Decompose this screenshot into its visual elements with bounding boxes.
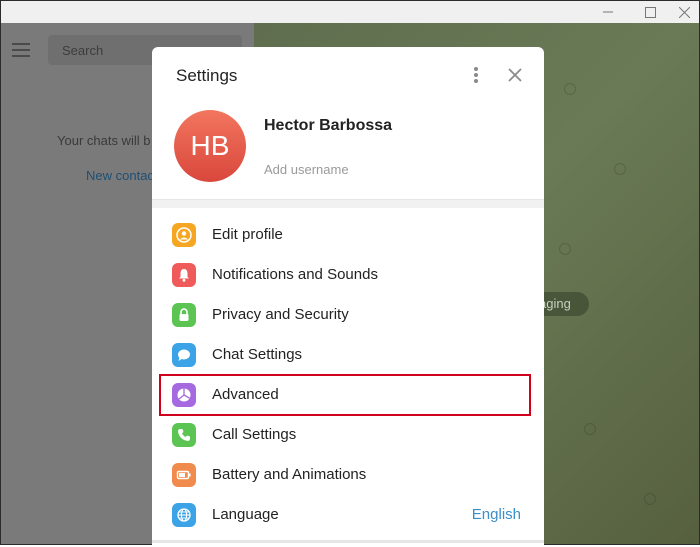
menu-item-privacy[interactable]: Privacy and Security bbox=[152, 295, 544, 335]
avatar-initials: HB bbox=[190, 130, 230, 161]
menu-icon[interactable] bbox=[12, 43, 30, 57]
section-divider bbox=[152, 199, 544, 208]
settings-dialog: Settings HB Hector Barbossa Add username… bbox=[152, 47, 544, 547]
menu-item-label: Language bbox=[212, 506, 279, 523]
language-value: English bbox=[471, 506, 521, 523]
search-placeholder: Search bbox=[62, 43, 104, 58]
lock-icon bbox=[172, 303, 196, 327]
add-username-link[interactable]: Add username bbox=[264, 162, 349, 177]
title-bar bbox=[1, 1, 699, 23]
menu-item-notifications[interactable]: Notifications and Sounds bbox=[152, 255, 544, 295]
menu-item-label: Privacy and Security bbox=[212, 306, 349, 323]
battery-icon bbox=[172, 463, 196, 487]
new-contact-link[interactable]: New contac bbox=[86, 168, 154, 183]
menu-item-label: Battery and Animations bbox=[212, 466, 367, 483]
menu-item-language[interactable]: Language English bbox=[152, 495, 544, 535]
menu-item-label: Edit profile bbox=[212, 226, 283, 243]
profile-name: Hector Barbossa bbox=[264, 117, 393, 134]
close-icon[interactable] bbox=[505, 65, 525, 85]
dialog-bottom-edge bbox=[152, 540, 544, 543]
bell-icon bbox=[172, 263, 196, 287]
more-options-icon[interactable] bbox=[470, 67, 482, 85]
chat-bubble-icon bbox=[172, 343, 196, 367]
settings-title: Settings bbox=[176, 66, 238, 85]
menu-item-label: Chat Settings bbox=[212, 346, 303, 363]
window-close-icon[interactable] bbox=[661, 1, 699, 23]
menu-item-edit-profile[interactable]: Edit profile bbox=[152, 215, 544, 255]
person-icon bbox=[172, 223, 196, 247]
menu-item-label: Notifications and Sounds bbox=[212, 266, 378, 283]
globe-icon bbox=[172, 503, 196, 527]
menu-item-battery[interactable]: Battery and Animations bbox=[152, 455, 544, 495]
menu-item-label: Call Settings bbox=[212, 426, 297, 443]
avatar[interactable]: HB bbox=[174, 110, 246, 182]
advanced-highlight-box bbox=[159, 374, 531, 416]
empty-chats-text: Your chats will b bbox=[57, 133, 151, 148]
menu-item-call-settings[interactable]: Call Settings bbox=[152, 415, 544, 455]
phone-icon bbox=[172, 423, 196, 447]
menu-item-chat-settings[interactable]: Chat Settings bbox=[152, 335, 544, 375]
minimize-icon[interactable] bbox=[585, 1, 631, 23]
